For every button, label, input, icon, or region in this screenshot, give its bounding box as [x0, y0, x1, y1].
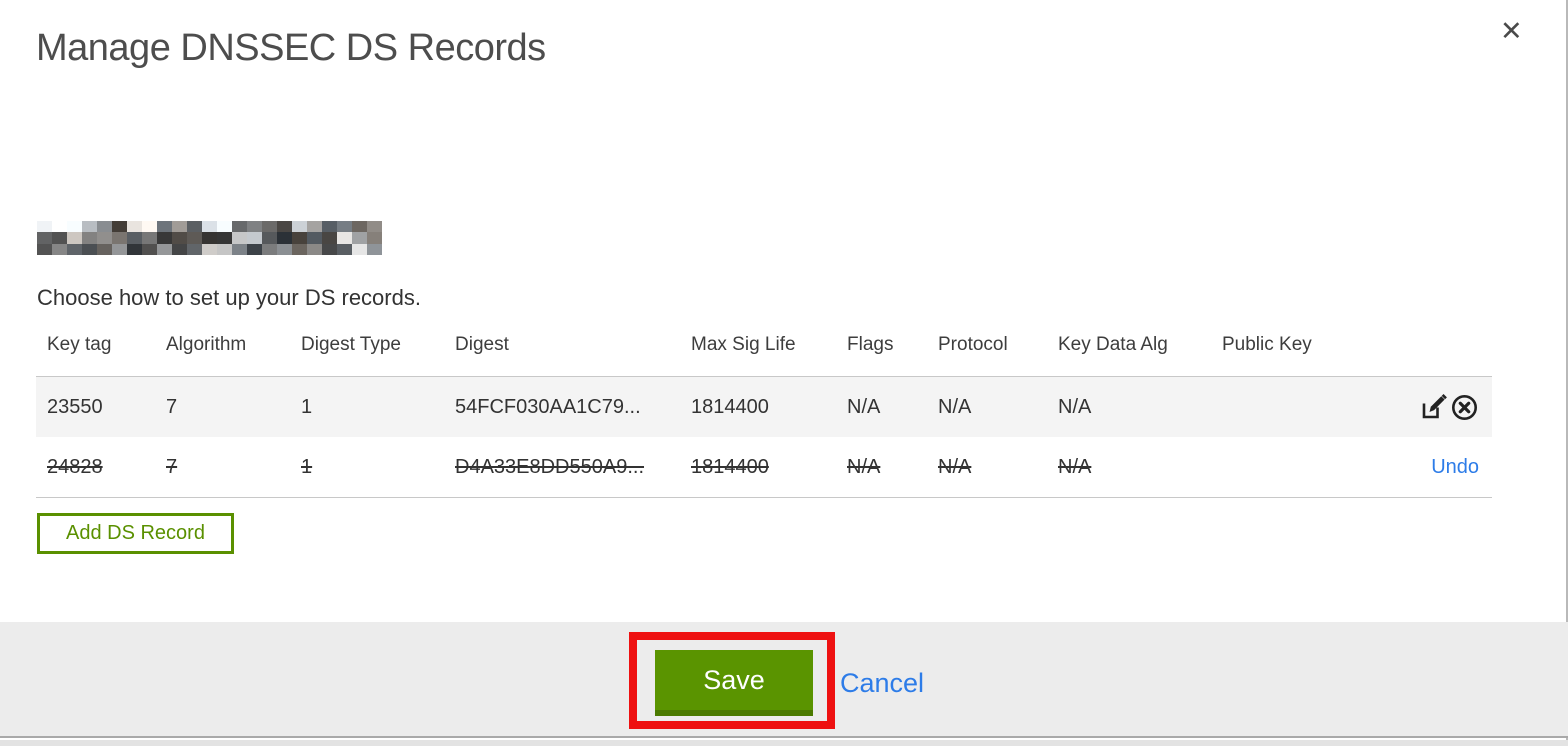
- cell-algorithm: 7: [166, 455, 178, 478]
- cell-digest: 54FCF030AA1C79...: [455, 395, 641, 418]
- cell-digest: D4A33E8DD550A9...: [455, 455, 645, 478]
- page-title: Manage DNSSEC DS Records: [36, 27, 546, 69]
- table-header-row: Key tag Algorithm Digest Type Digest Max…: [36, 330, 1492, 376]
- cell-flags: N/A: [847, 455, 881, 478]
- cell-protocol: N/A: [938, 455, 972, 478]
- cell-key-data-alg: N/A: [1058, 455, 1092, 478]
- col-header-protocol: Protocol: [938, 334, 1008, 355]
- cell-flags: N/A: [847, 395, 881, 418]
- add-ds-record-button[interactable]: Add DS Record: [37, 513, 234, 554]
- row-actions: [1362, 393, 1492, 422]
- cancel-link[interactable]: Cancel: [840, 668, 924, 699]
- undo-link[interactable]: Undo: [1431, 456, 1479, 479]
- close-icon[interactable]: ✕: [1500, 18, 1523, 45]
- col-header-algorithm: Algorithm: [166, 334, 247, 355]
- col-header-key-data-alg: Key Data Alg: [1058, 334, 1168, 355]
- cell-key-data-alg: N/A: [1058, 395, 1092, 418]
- cell-digest-type: 1: [301, 455, 313, 478]
- cell-algorithm: 7: [166, 395, 178, 418]
- ds-records-table: Key tag Algorithm Digest Type Digest Max…: [36, 330, 1492, 498]
- page-behind-modal: [0, 740, 1568, 746]
- table-row-deleted: 24828 7 1 D4A33E8DD550A9... 1814400 N/A …: [36, 437, 1492, 498]
- cell-protocol: N/A: [938, 395, 972, 418]
- col-header-max-sig-life: Max Sig Life: [691, 334, 796, 355]
- table-row: 23550 7 1 54FCF030AA1C79... 1814400 N/A …: [36, 376, 1492, 437]
- col-header-digest: Digest: [455, 334, 509, 355]
- cell-max-sig-life: 1814400: [691, 455, 769, 478]
- edit-record-icon[interactable]: [1419, 393, 1448, 422]
- cell-key-tag: 23550: [47, 395, 103, 418]
- col-header-digest-type: Digest Type: [301, 334, 401, 355]
- cell-max-sig-life: 1814400: [691, 395, 769, 418]
- col-header-public-key: Public Key: [1222, 334, 1312, 355]
- cell-key-tag: 24828: [47, 455, 103, 478]
- row-actions: Undo: [1362, 456, 1492, 479]
- col-header-key-tag: Key tag: [47, 334, 112, 355]
- instruction-text: Choose how to set up your DS records.: [37, 285, 421, 310]
- delete-record-icon[interactable]: [1450, 393, 1479, 422]
- cell-digest-type: 1: [301, 395, 313, 418]
- redacted-domain-name: [37, 221, 382, 255]
- col-header-flags: Flags: [847, 334, 894, 355]
- save-button[interactable]: Save: [655, 650, 813, 716]
